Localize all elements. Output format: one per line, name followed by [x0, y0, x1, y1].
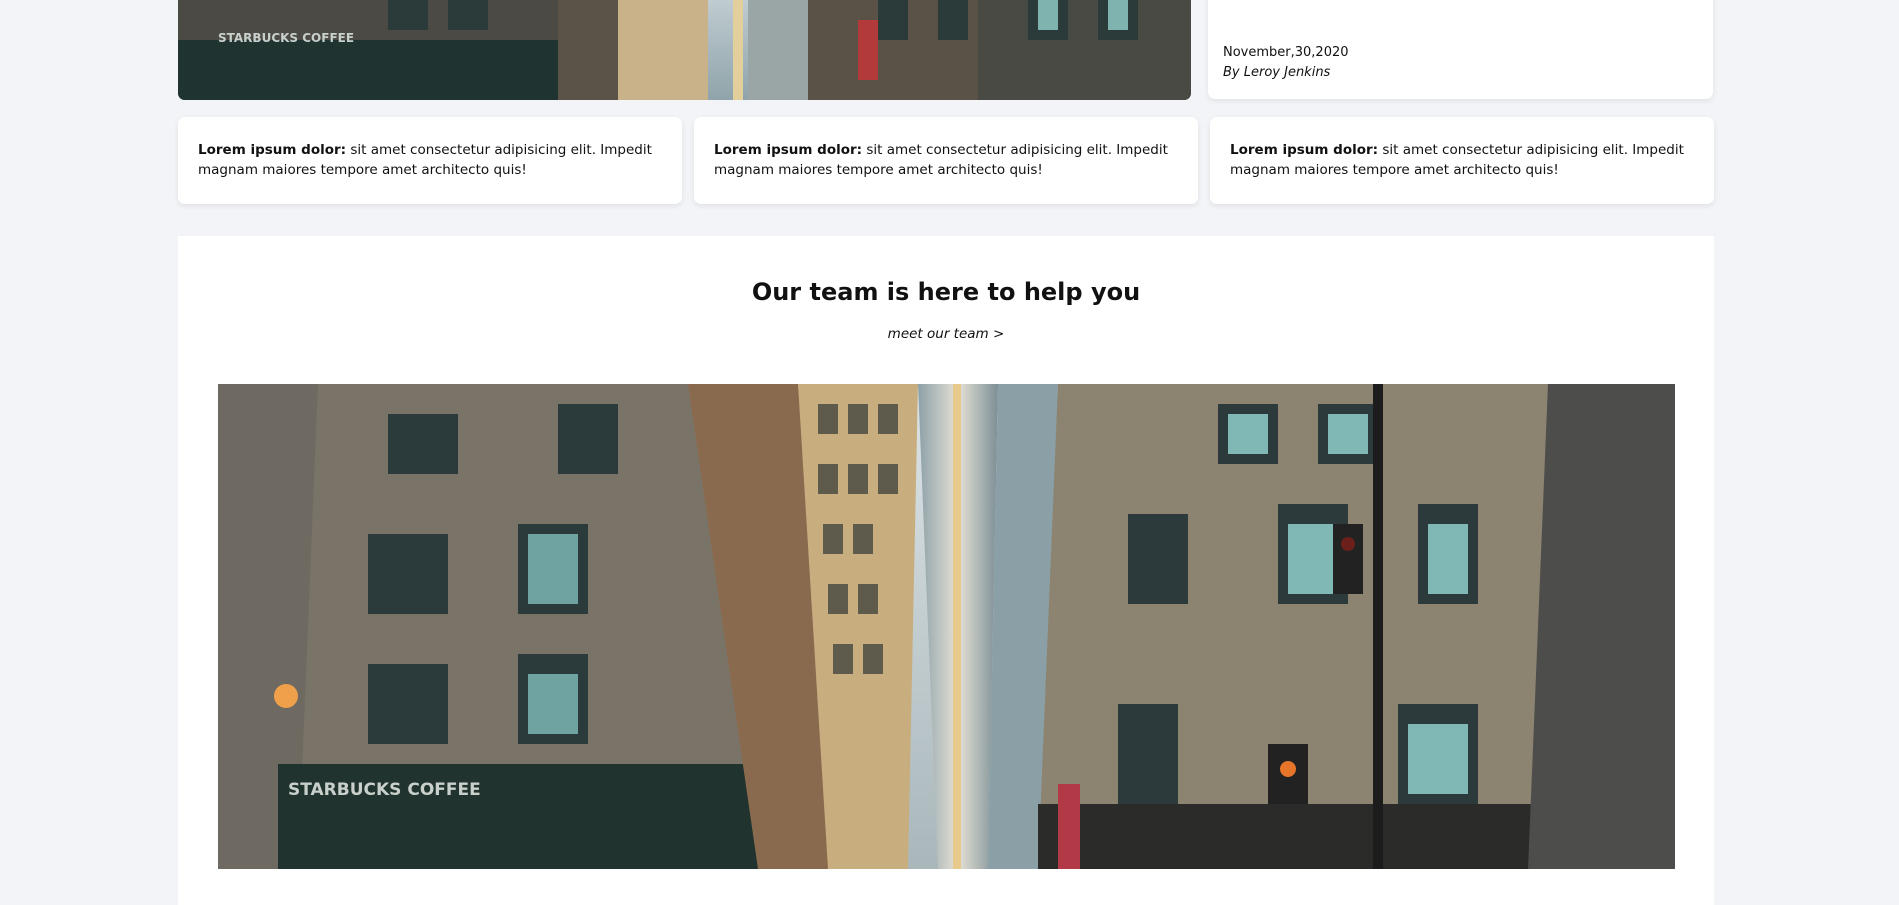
page: STARBUCKS COFFEE November,30,2020 By Ler…: [0, 0, 1899, 905]
featured-sign-text: STARBUCKS COFFEE: [218, 31, 354, 45]
info-card: Lorem ipsum dolor: sit amet consectetur …: [178, 117, 682, 204]
team-section: Our team is here to help you meet our te…: [178, 236, 1714, 905]
info-card: Lorem ipsum dolor: sit amet consectetur …: [694, 117, 1198, 204]
info-card: Lorem ipsum dolor: sit amet consectetur …: [1210, 117, 1714, 204]
card-bold: Lorem ipsum dolor:: [714, 142, 863, 158]
post-date: November,30,2020: [1223, 45, 1349, 60]
card-bold: Lorem ipsum dolor:: [1230, 142, 1379, 158]
team-sign-text: STARBUCKS COFFEE: [288, 780, 481, 800]
card-bold: Lorem ipsum dolor:: [198, 142, 347, 158]
team-image: STARBUCKS COFFEE: [218, 384, 1675, 869]
post-author: By Leroy Jenkins: [1223, 65, 1331, 80]
team-title: Our team is here to help you: [751, 278, 1141, 306]
featured-image[interactable]: STARBUCKS COFFEE: [178, 0, 1191, 100]
meet-team-link[interactable]: meet our team >: [178, 326, 1714, 342]
featured-meta-card: November,30,2020 By Leroy Jenkins: [1208, 0, 1713, 99]
